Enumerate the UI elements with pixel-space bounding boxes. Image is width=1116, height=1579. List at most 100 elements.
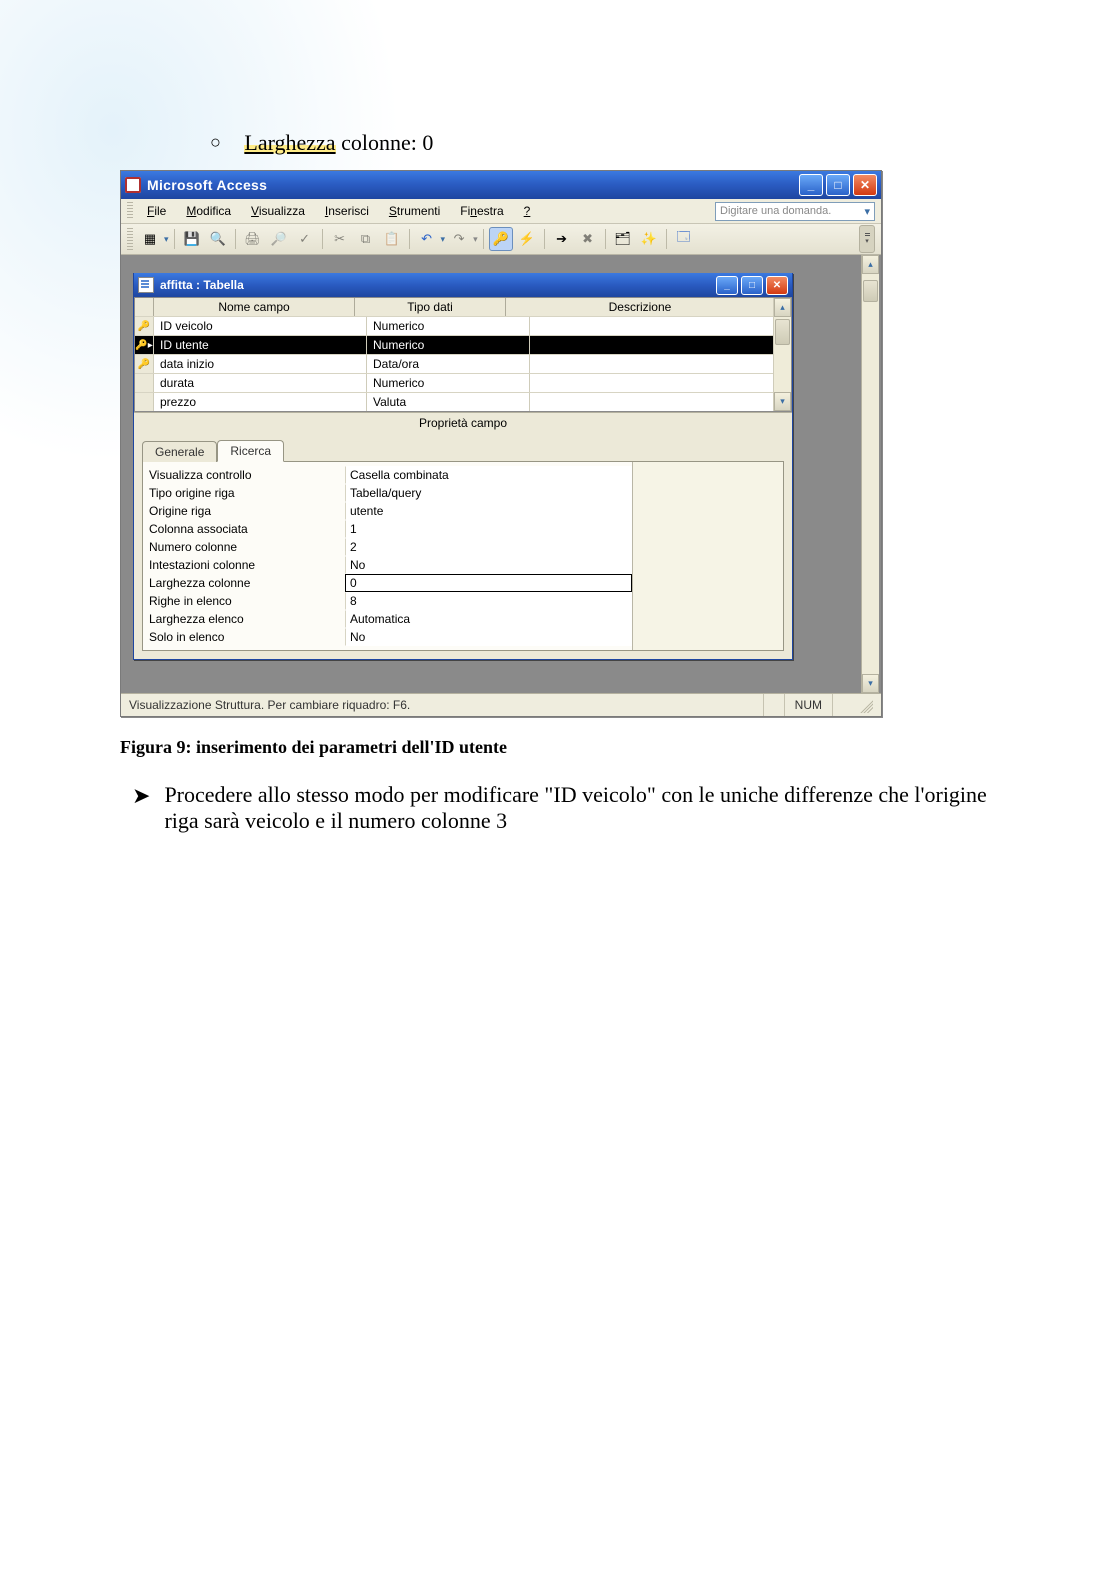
title-bar[interactable]: Microsoft Access _ □ ✕ (121, 171, 881, 199)
scroll-thumb[interactable] (775, 319, 790, 345)
property-row: Larghezza colonne0 (143, 574, 632, 592)
cell-description[interactable] (530, 336, 774, 354)
menu-visualizza[interactable]: Visualizza (243, 202, 313, 220)
table-design-window: affitta : Tabella _ □ ✕ Nome campo Tipo … (133, 273, 793, 660)
indexes-button[interactable]: ⚡ (515, 227, 539, 251)
paste-button[interactable]: 📋 (380, 227, 404, 251)
cell-description[interactable] (530, 355, 774, 373)
property-label: Numero colonne (143, 538, 345, 556)
close-button[interactable]: ✕ (853, 174, 877, 196)
inner-title-bar[interactable]: affitta : Tabella _ □ ✕ (134, 273, 792, 297)
scroll-thumb[interactable] (863, 280, 878, 302)
chevron-down-icon[interactable]: ▾ (864, 205, 870, 218)
search-button[interactable]: 🔍 (206, 227, 230, 251)
scroll-down-icon[interactable]: ▾ (774, 392, 791, 411)
scroll-down-icon[interactable]: ▾ (862, 674, 879, 693)
copy-button[interactable]: ⧉ (354, 227, 378, 251)
key-icon: 🔑 (138, 321, 150, 332)
cell-field-name[interactable]: prezzo (154, 393, 367, 411)
property-value[interactable]: utente (345, 502, 632, 520)
col-header-name[interactable]: Nome campo (154, 298, 355, 316)
property-value[interactable]: No (345, 628, 632, 646)
scroll-up-icon[interactable]: ▴ (774, 298, 791, 317)
builder-button[interactable]: ✨ (637, 227, 661, 251)
menu-grip[interactable] (127, 202, 133, 220)
minimize-button[interactable]: _ (799, 174, 823, 196)
property-value[interactable]: No (345, 556, 632, 574)
print-preview-button[interactable]: 🔎 (267, 227, 291, 251)
tab-ricerca[interactable]: Ricerca (217, 440, 284, 462)
table-row[interactable]: durataNumerico (135, 373, 774, 392)
menu-strumenti[interactable]: Strumenti (381, 202, 448, 220)
view-button[interactable]: ▦ (138, 227, 162, 251)
inner-window-title: affitta : Tabella (160, 278, 716, 292)
save-button[interactable]: 💾 (180, 227, 204, 251)
resize-grip-icon[interactable] (857, 697, 873, 713)
property-value[interactable]: 2 (345, 538, 632, 556)
property-value[interactable]: 1 (345, 520, 632, 538)
tab-generale[interactable]: Generale (142, 441, 217, 462)
table-row[interactable]: 🔑 data inizioData/ora (135, 354, 774, 373)
property-label: Tipo origine riga (143, 484, 345, 502)
print-button[interactable]: 🖨 (241, 227, 265, 251)
cell-description[interactable] (530, 317, 774, 335)
inner-close-button[interactable]: ✕ (766, 276, 788, 295)
arrow-paragraph: ➤ Procedere allo stesso modo per modific… (120, 782, 996, 834)
toolbar-overflow-button[interactable]: ▾ (859, 225, 875, 253)
delete-rows-button[interactable]: ✖ (576, 227, 600, 251)
grid-scrollbar[interactable]: ▴ ▾ (773, 298, 791, 411)
property-value[interactable]: Tabella/query (345, 484, 632, 502)
property-value[interactable]: 8 (345, 592, 632, 610)
maximize-button[interactable]: □ (826, 174, 850, 196)
properties-button[interactable]: 🗂 (611, 227, 635, 251)
help-search-box[interactable]: Digitare una domanda. ▾ (715, 202, 875, 221)
menu-finestra[interactable]: Finestra (452, 202, 511, 220)
cell-field-name[interactable]: data inizio (154, 355, 367, 373)
property-value[interactable]: 0 (345, 574, 632, 592)
cell-field-name[interactable]: ID veicolo (154, 317, 367, 335)
property-value[interactable]: Casella combinata (345, 466, 632, 484)
undo-button[interactable]: ↶ (415, 227, 439, 251)
cell-data-type[interactable]: Numerico (367, 336, 530, 354)
cell-data-type[interactable]: Numerico (367, 374, 530, 392)
property-value[interactable]: Automatica (345, 610, 632, 628)
property-row: Visualizza controlloCasella combinata (143, 466, 632, 484)
arrow-text: Procedere allo stesso modo per modificar… (164, 782, 996, 834)
key-icon: 🔑 (138, 359, 150, 370)
menu-help[interactable]: ? (516, 202, 539, 220)
menu-file[interactable]: File (139, 202, 174, 220)
inner-minimize-button[interactable]: _ (716, 276, 738, 295)
table-row[interactable]: 🔑 ID veicoloNumerico (135, 316, 774, 335)
insert-rows-button[interactable]: ➔ (550, 227, 574, 251)
menu-inserisci[interactable]: Inserisci (317, 202, 377, 220)
redo-button[interactable]: ↷ (447, 227, 471, 251)
field-design-grid[interactable]: Nome campo Tipo dati Descrizione 🔑 ID vei… (134, 297, 792, 412)
toolbar-grip[interactable] (127, 228, 133, 250)
list-item-highlight: Larghezza (244, 130, 335, 155)
cell-description[interactable] (530, 393, 774, 411)
scroll-up-icon[interactable]: ▴ (862, 255, 879, 274)
property-row: Righe in elenco8 (143, 592, 632, 610)
status-cell-blank2 (832, 694, 853, 716)
spellcheck-button[interactable]: ✓ (293, 227, 317, 251)
workarea-scrollbar[interactable]: ▴ ▾ (861, 255, 879, 693)
cut-button[interactable]: ✂ (328, 227, 352, 251)
table-row[interactable]: prezzoValuta (135, 392, 774, 411)
table-row[interactable]: 🔑▸ID utenteNumerico (135, 335, 774, 354)
property-label: Colonna associata (143, 520, 345, 538)
col-header-desc[interactable]: Descrizione (506, 298, 774, 316)
cell-data-type[interactable]: Data/ora (367, 355, 530, 373)
inner-maximize-button[interactable]: □ (741, 276, 763, 295)
cell-data-type[interactable]: Numerico (367, 317, 530, 335)
cell-field-name[interactable]: durata (154, 374, 367, 392)
database-window-button[interactable]: 🗔 (672, 227, 696, 251)
help-search-placeholder: Digitare una domanda. (720, 205, 831, 217)
table-icon (138, 277, 154, 293)
cell-description[interactable] (530, 374, 774, 392)
menu-modifica[interactable]: Modifica (178, 202, 239, 220)
primary-key-button[interactable]: 🔑 (489, 227, 513, 251)
cell-data-type[interactable]: Valuta (367, 393, 530, 411)
cell-field-name[interactable]: ID utente (154, 336, 367, 354)
col-header-type[interactable]: Tipo dati (355, 298, 506, 316)
property-row: Colonna associata1 (143, 520, 632, 538)
